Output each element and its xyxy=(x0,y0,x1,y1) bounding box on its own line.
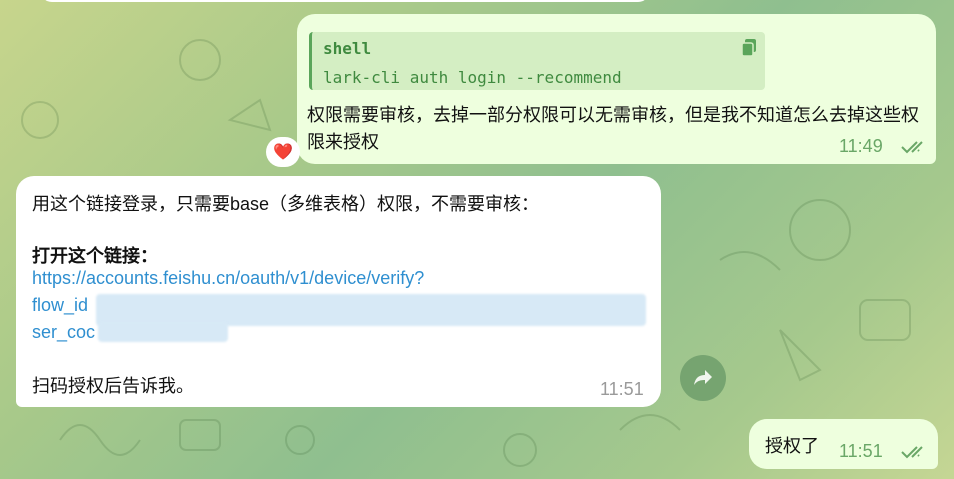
message-footer: 扫码授权后告诉我。 xyxy=(32,376,194,396)
double-check-icon xyxy=(901,446,923,459)
code-block[interactable]: shell lark-cli auth login --recommend xyxy=(309,32,765,90)
heart-icon: ❤️ xyxy=(273,144,293,161)
message-heading: 打开这个链接： xyxy=(32,246,158,266)
incoming-message-bubble[interactable]: 用这个链接登录，只需要base（多维表格）权限，不需要审核： 打开这个链接： h… xyxy=(16,176,661,407)
outgoing-message-bubble[interactable]: 授权了 11:51 xyxy=(749,419,938,469)
outgoing-message-bubble[interactable]: shell lark-cli auth login --recommend 权限… xyxy=(297,14,936,164)
code-text: lark-cli auth login --recommend xyxy=(323,68,622,87)
redacted-region xyxy=(98,322,228,342)
reaction-heart[interactable]: ❤️ xyxy=(266,137,300,167)
code-language-label: shell xyxy=(323,39,372,58)
message-line: 用这个链接登录，只需要base（多维表格）权限，不需要审核： xyxy=(32,194,540,214)
message-text: 权限需要审核，去掉一部分权限可以无需审核，但是我不知道怎么去掉这些权限来授权 xyxy=(307,105,919,152)
copy-icon[interactable] xyxy=(741,39,757,57)
oauth-link-line3[interactable]: ser_coc xyxy=(32,322,95,343)
message-time: 11:51 xyxy=(839,441,883,461)
message-time: 11:51 xyxy=(600,379,644,399)
previous-message-edge xyxy=(40,0,650,2)
share-arrow-icon xyxy=(694,370,712,385)
oauth-link-line2[interactable]: flow_id xyxy=(32,295,88,316)
oauth-link[interactable]: https://accounts.feishu.cn/oauth/v1/devi… xyxy=(32,268,424,289)
double-check-icon xyxy=(901,141,923,154)
message-text: 授权了 xyxy=(765,436,819,456)
message-time: 11:49 xyxy=(839,136,883,156)
share-button[interactable] xyxy=(680,355,726,401)
